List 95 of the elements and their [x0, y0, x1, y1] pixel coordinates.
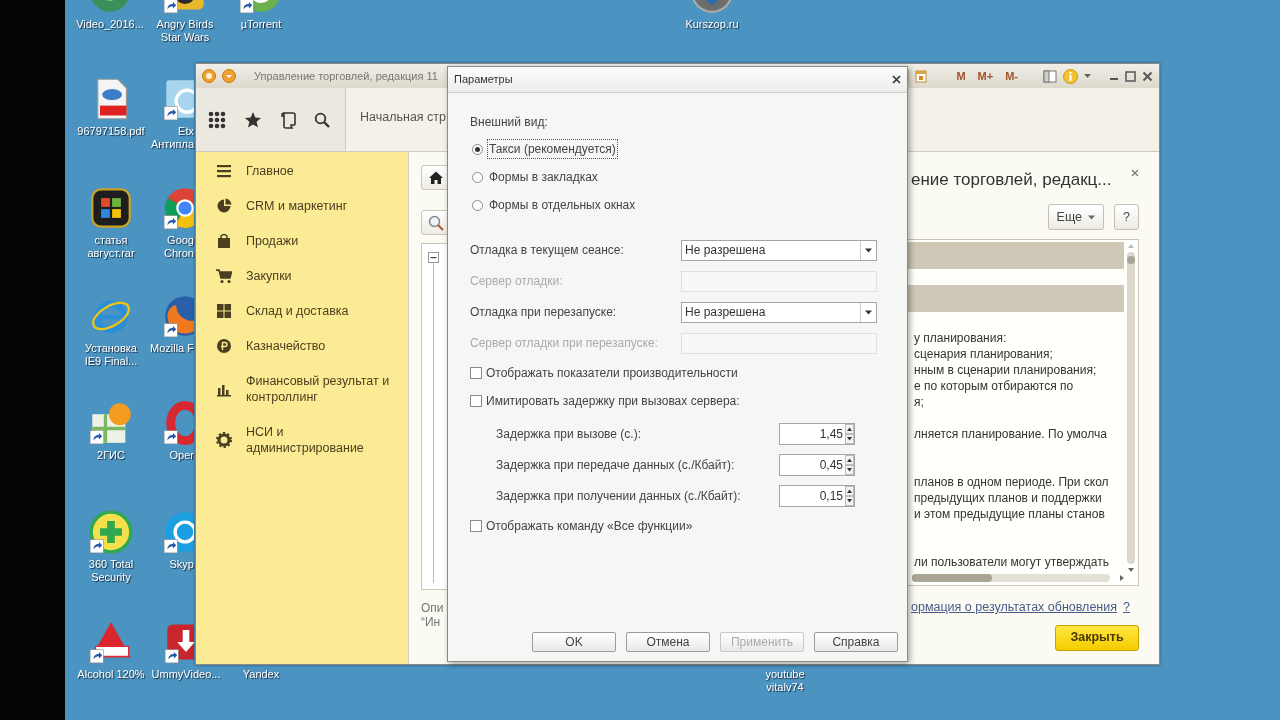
text-line: е по которым отбираются по [914, 378, 1075, 394]
scroll-down-icon[interactable] [1128, 568, 1134, 572]
section-label: Внешний вид: [470, 114, 549, 131]
sidebar-item[interactable]: Закупки [246, 268, 292, 284]
close-button[interactable]: Закрыть [1055, 624, 1139, 651]
checkbox-icon[interactable] [470, 366, 482, 379]
radio-option[interactable]: Формы в закладках [472, 163, 907, 191]
radio-option[interactable]: Формы в отдельных окнах [472, 191, 907, 219]
checkbox-option[interactable]: Отображать команду «Все функции» [470, 511, 907, 540]
close-icon[interactable] [1142, 70, 1153, 82]
sidebar-item[interactable]: НСИ и администрирование [246, 424, 364, 456]
sidebar-item[interactable]: Продажи [246, 233, 299, 249]
text-line: ли пользователи могут утверждать [914, 554, 1110, 570]
field-label: Отладка в текущем сеансе: [470, 242, 625, 259]
memory-button[interactable]: M- [1002, 67, 1021, 85]
home-icon [429, 171, 443, 184]
gear-icon [216, 432, 232, 448]
text-fragment: “Ин [421, 615, 442, 629]
dropdown-icon[interactable] [865, 247, 872, 253]
text-line: нным в сценарии планирования; [914, 362, 1098, 378]
select-field[interactable]: Не разрешена [681, 239, 877, 261]
sidebar-item[interactable]: Финансовый результат и контроллинг [246, 373, 390, 405]
star-icon[interactable] [244, 110, 262, 129]
search-icon [428, 214, 444, 231]
sidebar-item[interactable]: CRM и маркетинг [246, 198, 348, 214]
text-line: я; [914, 394, 925, 410]
field-label: Сервер отладки при перезапуске: [470, 335, 659, 352]
spinner-icon[interactable] [845, 455, 854, 475]
field-label: Задержка при вызове (с.): [496, 426, 642, 443]
vertical-scrollbar[interactable] [1126, 244, 1136, 572]
text-line: у планирования: [914, 330, 1008, 346]
menu-icon[interactable] [222, 69, 236, 83]
close-icon[interactable] [892, 75, 901, 84]
grid-icon [216, 303, 232, 319]
sidebar-item[interactable]: Казначейство [246, 338, 326, 354]
radio-option[interactable]: Такси (рекомендуется) [472, 135, 907, 163]
tab[interactable]: Начальная стр [360, 110, 446, 124]
checkbox-icon[interactable] [470, 394, 482, 407]
text-line: лняется планирование. По умолча [914, 426, 1108, 442]
number-field[interactable]: 0,15 [779, 485, 855, 507]
coin-icon [216, 338, 232, 354]
help-button[interactable]: ? [1114, 204, 1139, 230]
select-field[interactable]: Не разрешена [681, 301, 877, 323]
scroll-thumb[interactable] [1127, 256, 1135, 264]
caret-icon[interactable] [1084, 73, 1091, 79]
radio-icon[interactable] [472, 143, 483, 155]
horizontal-scrollbar[interactable] [912, 573, 1124, 582]
caret-icon [1088, 214, 1096, 220]
text-line: планов в одном периоде. При скол [914, 474, 1110, 490]
more-button[interactable]: Еще [1047, 204, 1105, 230]
sidebar-item[interactable]: Склад и доставка [246, 303, 349, 319]
list-icon [216, 163, 232, 179]
panel-icon[interactable] [1043, 69, 1057, 83]
scroll-icon[interactable] [280, 110, 296, 129]
cart-icon [216, 268, 232, 284]
field-label: Задержка при передаче данных (с./Кбайт): [496, 457, 736, 474]
dialog-button[interactable]: Отмена [626, 632, 710, 652]
field-label: Сервер отладки: [470, 273, 564, 290]
radio-icon[interactable] [472, 171, 483, 183]
map-icon[interactable] [89, 401, 133, 445]
text-line: предыдущих планов и поддержки [914, 490, 1103, 506]
text-fragment: Опи [421, 601, 445, 615]
checkbox-icon[interactable] [470, 519, 482, 532]
number-field[interactable]: 0,45 [779, 454, 855, 476]
bag-icon [216, 233, 232, 249]
dialog-button[interactable]: OK [532, 632, 616, 652]
dropdown-icon[interactable] [865, 309, 872, 315]
window-title: Управление торговлей, редакция 11 [254, 68, 438, 84]
field-label: Задержка при получении данных (с./Кбайт): [496, 488, 742, 505]
dialog-title: Параметры [454, 72, 513, 88]
pie-chart-icon [216, 198, 232, 214]
info-link[interactable]: ормация о результатах обновления [911, 598, 1118, 617]
spinner-icon[interactable] [845, 486, 854, 506]
text-line: сценария планирования; [914, 346, 1054, 362]
number-field[interactable]: 1,45 [779, 423, 855, 445]
spinner-icon[interactable] [845, 424, 854, 444]
checkbox-option[interactable]: Отображать показатели производительности [470, 358, 907, 387]
logo-icon[interactable] [202, 69, 216, 83]
calendar-icon[interactable] [915, 69, 928, 83]
text-line: и этом предыдущие планы станов [914, 506, 1106, 522]
radio-icon[interactable] [472, 199, 483, 211]
apps-icon[interactable] [208, 110, 226, 129]
help-link[interactable]: ? [1123, 598, 1130, 617]
search-icon[interactable] [314, 111, 330, 128]
dialog-button[interactable]: Справка [814, 632, 898, 652]
page-title: ение торговлей, редакц... [911, 169, 1112, 191]
checkbox-option[interactable]: Имитировать задержку при вызовах сервера: [470, 386, 907, 415]
collapse-icon[interactable] [428, 252, 439, 263]
sidebar-item[interactable]: Главное [246, 163, 294, 179]
field-label: Отладка при перезапуске: [470, 304, 618, 321]
memory-button[interactable]: M+ [974, 67, 997, 85]
memory-button[interactable]: M [953, 67, 969, 85]
maximize-icon[interactable] [1125, 70, 1136, 82]
app-icon[interactable] [89, 186, 133, 230]
scroll-right-icon[interactable] [1120, 574, 1124, 581]
